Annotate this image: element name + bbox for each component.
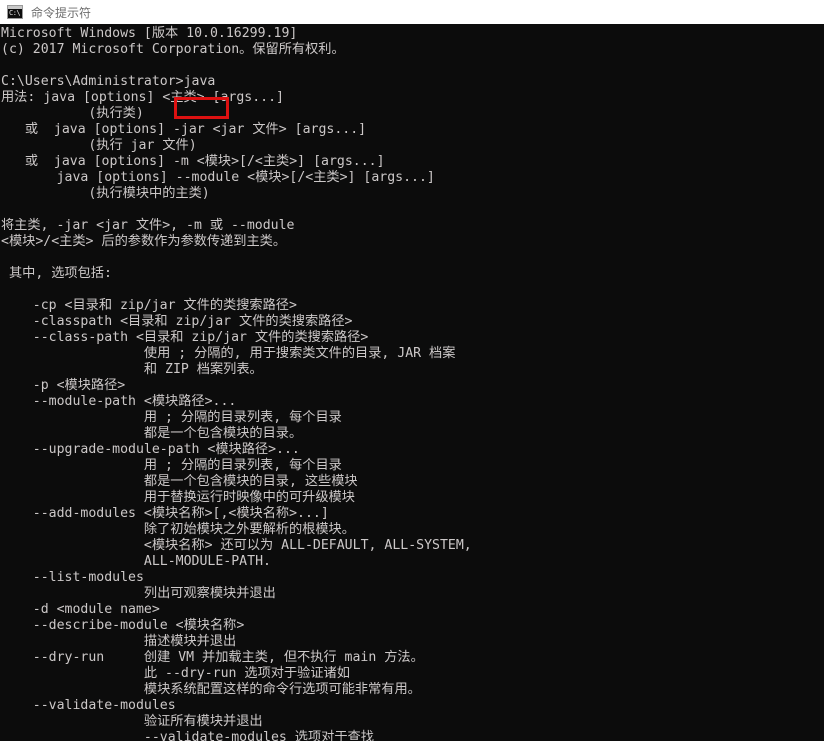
- window-titlebar[interactable]: C:\ 命令提示符: [0, 0, 824, 24]
- console-output-area[interactable]: Microsoft Windows [版本 10.0.16299.19] (c)…: [0, 24, 824, 741]
- cmd-console-icon: C:\: [7, 5, 23, 19]
- console-text: Microsoft Windows [版本 10.0.16299.19] (c)…: [1, 26, 472, 741]
- window-title: 命令提示符: [31, 5, 92, 20]
- cmd-icon-prompt-glyph: C:\: [9, 9, 21, 17]
